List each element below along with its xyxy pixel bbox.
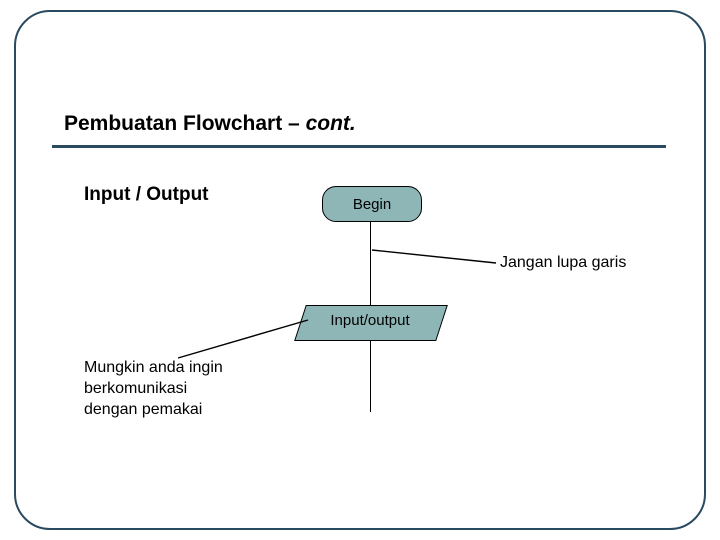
flowchart-begin-node: Begin bbox=[322, 186, 422, 222]
title-underline bbox=[52, 145, 666, 148]
title-main: Pembuatan Flowchart bbox=[64, 112, 282, 135]
flow-line-io-down bbox=[370, 340, 371, 412]
section-label: Input / Output bbox=[84, 184, 209, 206]
slide-title: Pembuatan Flowchart – cont. bbox=[64, 112, 356, 136]
anno-left-line1: Mungkin anda ingin bbox=[84, 359, 223, 376]
annotation-right: Jangan lupa garis bbox=[500, 254, 626, 272]
io-label: Input/output bbox=[300, 312, 440, 329]
title-suffix: cont. bbox=[306, 112, 356, 135]
flow-line-begin-to-io bbox=[370, 221, 371, 305]
anno-left-line3: dengan pemakai bbox=[84, 401, 202, 418]
title-sep: – bbox=[282, 112, 305, 135]
annotation-left: Mungkin anda ingin berkomunikasi dengan … bbox=[84, 358, 274, 420]
anno-left-line2: berkomunikasi bbox=[84, 380, 187, 397]
begin-label: Begin bbox=[353, 196, 391, 213]
